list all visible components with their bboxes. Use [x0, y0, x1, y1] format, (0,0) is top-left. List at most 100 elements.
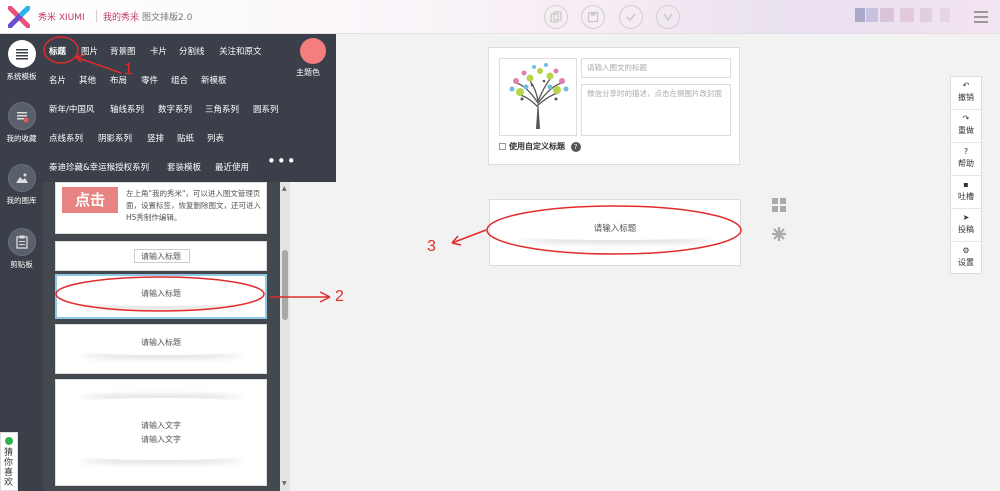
check-icon[interactable]	[619, 5, 643, 29]
article-title-input[interactable]: 请输入图文的标题	[581, 58, 731, 78]
left-sidebar: 系统模板 我的收藏 我的图库 剪贴板	[0, 34, 43, 491]
tool-label: 吐槽	[958, 192, 974, 201]
tab-licensed-series[interactable]: 秦迪珍藏&幸运猴授权系列	[49, 161, 149, 173]
brand-link[interactable]: 秀米 XIUMI	[38, 10, 85, 23]
scroll-up-icon[interactable]: ▲	[282, 185, 287, 192]
tab-circle-series[interactable]: 圆系列	[253, 103, 279, 115]
help-icon[interactable]: ?	[570, 142, 581, 152]
undo-icon: ↶	[962, 81, 970, 90]
top-bar: 秀米 XIUMI 我的秀米 图文排版2.0	[0, 0, 1000, 34]
tab-triangle-series[interactable]: 三角系列	[205, 103, 239, 115]
undo-button[interactable]: ↶ 撤销	[951, 77, 981, 110]
user-avatar	[866, 8, 878, 22]
sidebar-item-label: 剪贴板	[10, 260, 33, 269]
category-row: 点线系列 阴影系列 竖排 贴纸 列表	[43, 130, 336, 148]
template-card-title-3[interactable]: 请输入标题	[55, 324, 267, 374]
more-icon[interactable]: •••	[267, 152, 297, 170]
template-text-line: 请输入文字	[141, 435, 181, 444]
template-card-tip[interactable]: 点击 左上角"我的秀米"，可以进入图文管理页面，设置标签，恢复删除图文，还可进入…	[55, 182, 267, 234]
tab-new-template[interactable]: 新模板	[201, 74, 227, 86]
redo-button[interactable]: ↷ 重做	[951, 110, 981, 143]
tip-text: 左上角"我的秀米"，可以进入图文管理页面，设置标签，恢复删除图文，还可进入H5秀…	[126, 189, 261, 222]
tab-parts[interactable]: 零件	[141, 74, 158, 86]
category-row: 标题 图片 背景图 卡片 分割线 关注和原文	[43, 43, 336, 61]
xiumi-logo-icon[interactable]	[8, 6, 30, 28]
template-card-text[interactable]: 请输入文字 请输入文字	[55, 379, 267, 486]
divider	[135, 10, 136, 22]
tab-business-card[interactable]: 名片	[49, 74, 66, 86]
category-row: 名片 其他 布局 零件 组合 新模板	[43, 72, 336, 90]
custom-title-checkbox[interactable]: 使用自定义标题 ?	[499, 141, 581, 152]
save-icon[interactable]	[581, 5, 605, 29]
template-card-title-2[interactable]: 请输入标题	[55, 274, 267, 319]
gear-icon[interactable]	[771, 226, 787, 242]
help-icon: ?	[963, 147, 969, 156]
scroll-thumb[interactable]	[282, 250, 288, 320]
copy-icon[interactable]	[544, 5, 568, 29]
user-avatar[interactable]	[855, 8, 865, 22]
tab-vertical[interactable]: 竖排	[147, 132, 164, 144]
cover-image[interactable]	[499, 58, 577, 136]
tab-sticker[interactable]: 贴纸	[177, 132, 194, 144]
checkbox-icon[interactable]	[499, 143, 506, 150]
tab-dotline-series[interactable]: 点线系列	[49, 132, 83, 144]
tab-image[interactable]: 图片	[81, 45, 98, 57]
sidebar-item-clipboard[interactable]: 剪贴板	[0, 228, 43, 270]
submit-button[interactable]: ➤ 投稿	[951, 209, 981, 242]
image-icon	[7, 164, 36, 192]
collection-icon	[7, 102, 36, 130]
tool-label: 撤销	[958, 93, 974, 102]
clipboard-icon	[7, 228, 36, 256]
tab-chinese-style[interactable]: 新年/中国风	[49, 103, 94, 115]
category-row: 新年/中国风 轴线系列 数字系列 三角系列 圆系列	[43, 101, 336, 119]
tab-other[interactable]: 其他	[79, 74, 96, 86]
tab-divider[interactable]: 分割线	[179, 45, 205, 57]
custom-title-label: 使用自定义标题	[509, 142, 565, 151]
download-icon[interactable]	[656, 5, 680, 29]
user-avatar	[920, 8, 932, 22]
tool-label: 帮助	[958, 159, 974, 168]
guess-label: 猜你喜欢	[4, 448, 14, 488]
sidebar-item-my-collection[interactable]: 我的收藏	[0, 102, 43, 144]
settings-icon: ⚙	[962, 246, 970, 255]
tab-number-series[interactable]: 数字系列	[158, 103, 192, 115]
user-avatar	[940, 8, 950, 22]
theme-color-swatch[interactable]	[300, 38, 326, 64]
tab-title[interactable]: 标题	[49, 45, 66, 57]
status-dot-icon	[5, 437, 13, 445]
right-toolbar: ↶ 撤销 ↷ 重做 ? 帮助 ▪ 吐槽 ➤ 投稿 ⚙ 设置	[950, 76, 982, 274]
template-card-title-1[interactable]: 请输入标题	[55, 241, 267, 271]
click-tag: 点击	[62, 187, 118, 213]
guess-you-like-widget[interactable]: 猜你喜欢	[0, 432, 18, 491]
grid-icon[interactable]	[771, 197, 787, 213]
canvas-title-block[interactable]: 请输入标题	[489, 199, 741, 266]
annotation-number-1: 1	[124, 61, 133, 78]
annotation-number-3: 3	[427, 238, 436, 255]
menu-icon[interactable]	[974, 11, 988, 26]
tab-shadow-series[interactable]: 阴影系列	[98, 132, 132, 144]
redo-icon: ↷	[962, 114, 970, 123]
tab-list[interactable]: 列表	[207, 132, 224, 144]
template-scrollbar[interactable]: ▲ ▼	[280, 182, 290, 491]
tool-label: 重做	[958, 126, 974, 135]
tab-combination[interactable]: 组合	[171, 74, 188, 86]
tab-suite-templates[interactable]: 套装模板	[167, 161, 201, 173]
settings-button[interactable]: ⚙ 设置	[951, 242, 981, 275]
tab-recent[interactable]: 最近使用	[215, 161, 249, 173]
article-description-input[interactable]: 微信分享时的描述，点击左侧图片改封面	[581, 84, 731, 136]
my-xiumi-link[interactable]: 我的秀米	[103, 10, 139, 23]
help-button[interactable]: ? 帮助	[951, 143, 981, 176]
tree-illustration-icon	[509, 63, 569, 129]
sidebar-item-my-gallery[interactable]: 我的图库	[0, 164, 43, 206]
tab-follow[interactable]: 关注和原文	[219, 45, 262, 57]
tab-background[interactable]: 背景图	[110, 45, 136, 57]
feedback-button[interactable]: ▪ 吐槽	[951, 176, 981, 209]
sidebar-item-label: 我的图库	[6, 196, 37, 205]
template-title-text: 请输入标题	[141, 252, 181, 261]
scroll-down-icon[interactable]: ▼	[282, 480, 287, 487]
tab-axis-series[interactable]: 轴线系列	[110, 103, 144, 115]
user-avatar	[900, 8, 914, 22]
tab-card[interactable]: 卡片	[150, 45, 167, 57]
annotation-number-2: 2	[335, 288, 344, 305]
sidebar-item-system-templates[interactable]: 系统模板	[0, 40, 43, 82]
